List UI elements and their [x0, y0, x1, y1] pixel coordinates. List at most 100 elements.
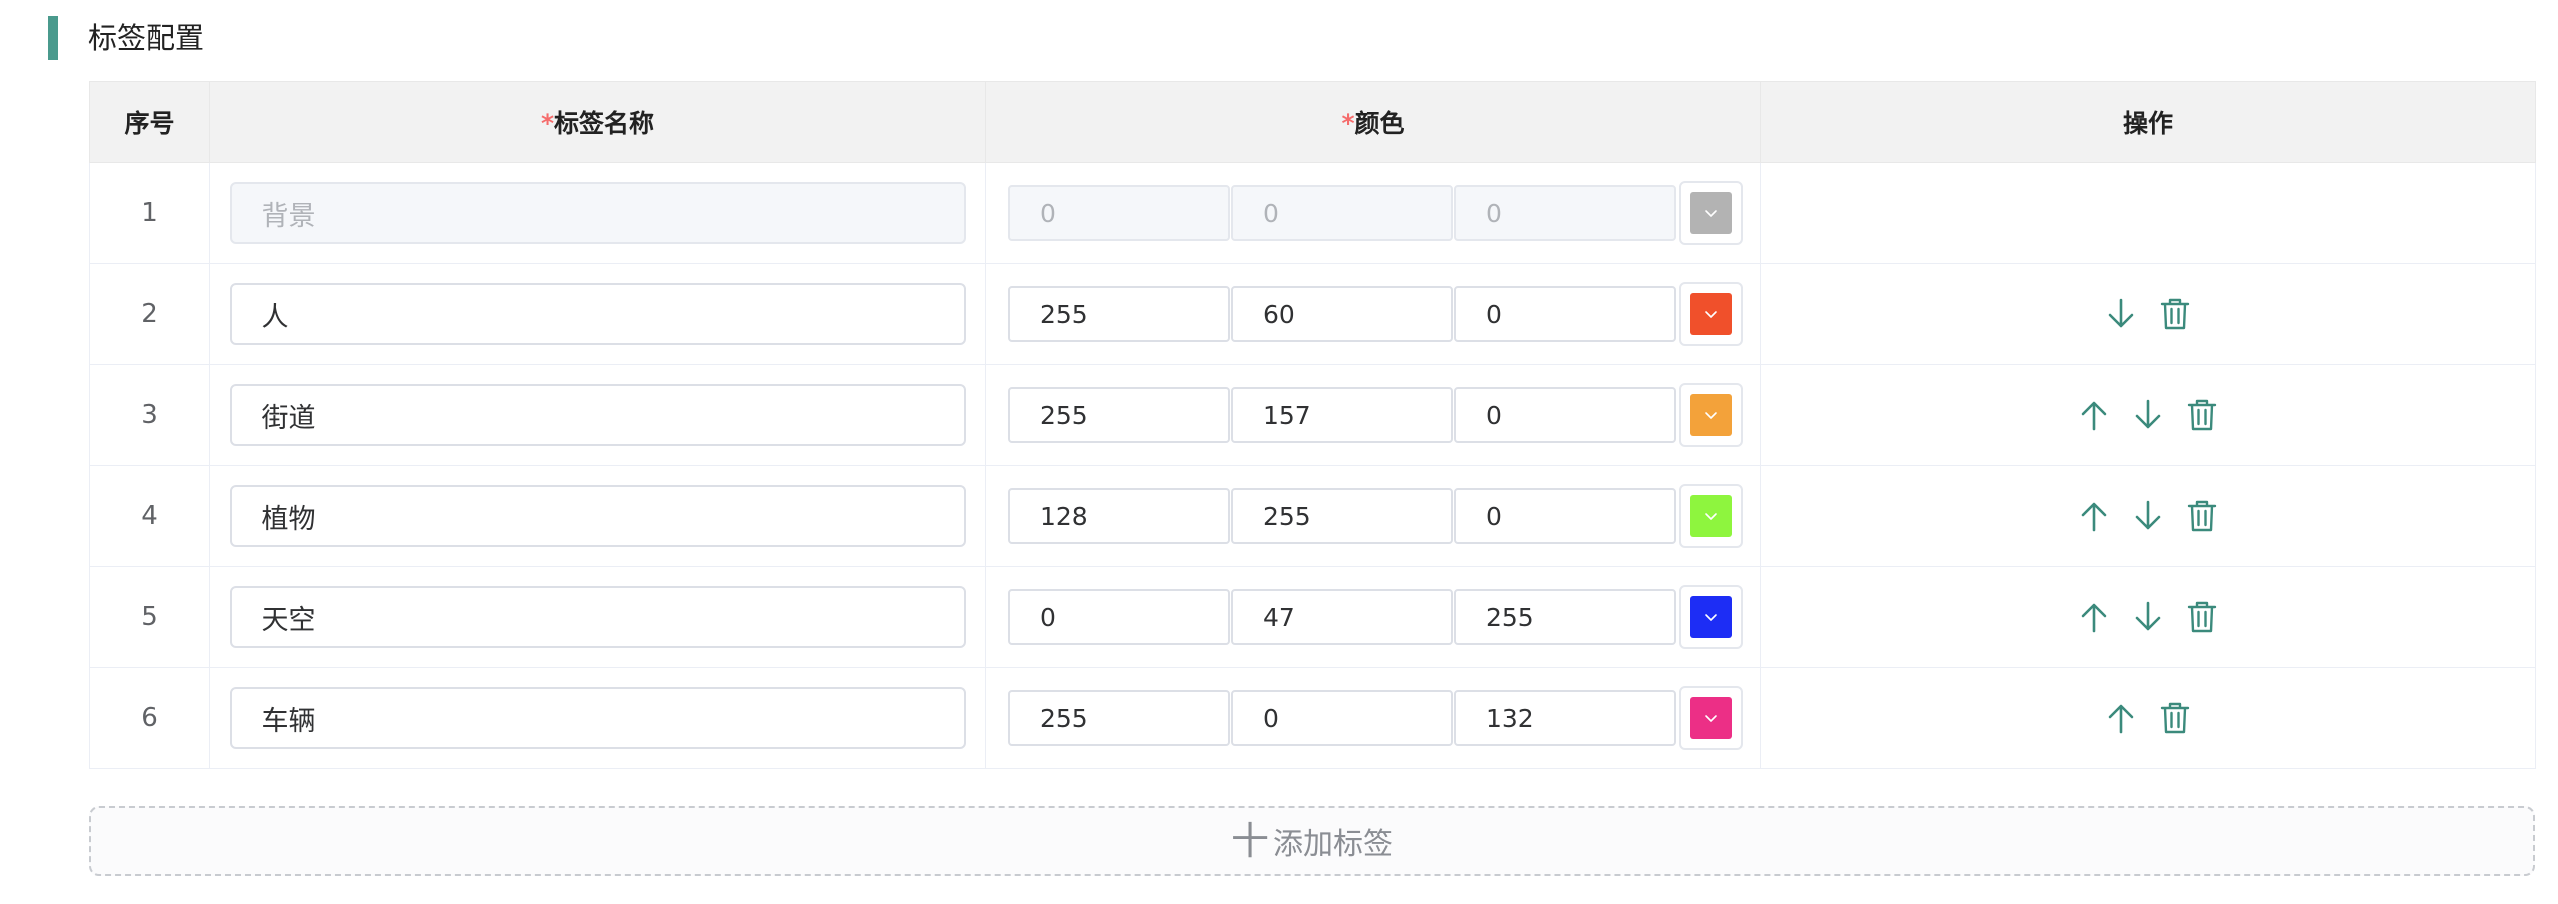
trash-icon[interactable] — [2186, 397, 2218, 433]
table-row: 6 — [89, 667, 2536, 769]
red-input[interactable] — [1008, 589, 1230, 645]
color-picker[interactable] — [1679, 686, 1743, 750]
label-name-input[interactable] — [229, 283, 966, 345]
ops-cell — [1760, 566, 2536, 668]
color-swatch — [1690, 697, 1732, 739]
section-title: 标签配置 — [88, 21, 205, 55]
rgb-group — [986, 181, 1760, 245]
chevron-down-icon — [1703, 501, 1719, 531]
header-color-label: 颜色 — [1354, 109, 1405, 138]
ops-cell — [1760, 667, 2536, 769]
row-actions — [1761, 599, 2535, 635]
rgb-group — [986, 383, 1760, 447]
ops-cell — [1760, 162, 2536, 264]
name-cell — [209, 263, 986, 365]
blue-input[interactable] — [1454, 589, 1676, 645]
color-swatch — [1690, 192, 1732, 234]
name-cell — [209, 566, 986, 668]
arrow-up-icon[interactable] — [2105, 700, 2137, 736]
row-actions — [1761, 296, 2535, 332]
arrow-down-icon[interactable] — [2132, 397, 2164, 433]
color-swatch — [1690, 394, 1732, 436]
header-name-label: 标签名称 — [554, 109, 655, 138]
red-input[interactable] — [1008, 286, 1230, 342]
color-picker[interactable] — [1679, 383, 1743, 447]
row-index: 3 — [89, 364, 210, 466]
color-cell — [985, 566, 1761, 668]
rgb-group — [986, 484, 1760, 548]
add-label-button[interactable]: 十 添加标签 — [89, 806, 2535, 876]
color-swatch — [1690, 495, 1732, 537]
arrow-down-icon[interactable] — [2132, 498, 2164, 534]
row-actions — [1761, 498, 2535, 534]
add-label-text: 添加标签 — [1273, 827, 1393, 862]
arrow-down-icon[interactable] — [2105, 296, 2137, 332]
color-picker — [1679, 181, 1743, 245]
label-name-input[interactable] — [229, 485, 966, 547]
arrow-up-icon[interactable] — [2078, 498, 2110, 534]
table-row: 2 — [89, 263, 2536, 365]
color-picker[interactable] — [1679, 282, 1743, 346]
plus-icon: 十 — [1230, 819, 1269, 863]
green-input[interactable] — [1231, 286, 1453, 342]
table-row: 1 — [89, 162, 2536, 264]
arrow-up-icon[interactable] — [2078, 397, 2110, 433]
green-input[interactable] — [1231, 488, 1453, 544]
section-accent-bar — [48, 16, 58, 60]
chevron-down-icon — [1703, 400, 1719, 430]
arrow-up-icon[interactable] — [2078, 599, 2110, 635]
name-cell — [209, 364, 986, 466]
table-header-row: 序号 *标签名称 *颜色 操作 — [89, 81, 2536, 163]
header-name: *标签名称 — [209, 81, 986, 163]
name-cell — [209, 465, 986, 567]
green-input[interactable] — [1231, 589, 1453, 645]
ops-cell — [1760, 465, 2536, 567]
color-swatch — [1690, 596, 1732, 638]
color-cell — [985, 364, 1761, 466]
blue-input[interactable] — [1454, 286, 1676, 342]
color-cell — [985, 667, 1761, 769]
color-picker[interactable] — [1679, 585, 1743, 649]
color-picker[interactable] — [1679, 484, 1743, 548]
green-input[interactable] — [1231, 690, 1453, 746]
red-input[interactable] — [1008, 488, 1230, 544]
label-name-input[interactable] — [229, 586, 966, 648]
rgb-group — [986, 585, 1760, 649]
chevron-down-icon — [1703, 602, 1719, 632]
color-swatch — [1690, 293, 1732, 335]
label-name-input[interactable] — [229, 687, 966, 749]
chevron-down-icon — [1703, 703, 1719, 733]
arrow-down-icon[interactable] — [2132, 599, 2164, 635]
table-row: 5 — [89, 566, 2536, 668]
row-index: 1 — [89, 162, 210, 264]
row-index: 2 — [89, 263, 210, 365]
row-actions — [1761, 397, 2535, 433]
row-index: 6 — [89, 667, 210, 769]
trash-icon[interactable] — [2159, 700, 2191, 736]
label-name-input — [229, 182, 966, 244]
row-actions — [1761, 700, 2535, 736]
name-cell — [209, 162, 986, 264]
green-input[interactable] — [1231, 387, 1453, 443]
blue-input[interactable] — [1454, 387, 1676, 443]
rgb-group — [986, 282, 1760, 346]
color-cell — [985, 162, 1761, 264]
blue-input[interactable] — [1454, 488, 1676, 544]
blue-input[interactable] — [1454, 690, 1676, 746]
table-body: 123456 — [89, 162, 2536, 769]
color-cell — [985, 465, 1761, 567]
chevron-down-icon — [1703, 299, 1719, 329]
color-cell — [985, 263, 1761, 365]
trash-icon[interactable] — [2186, 599, 2218, 635]
label-name-input[interactable] — [229, 384, 966, 446]
trash-icon[interactable] — [2159, 296, 2191, 332]
green-input — [1231, 185, 1453, 241]
red-input[interactable] — [1008, 387, 1230, 443]
required-star: * — [540, 109, 555, 138]
row-index: 5 — [89, 566, 210, 668]
red-input[interactable] — [1008, 690, 1230, 746]
table-row: 4 — [89, 465, 2536, 567]
rgb-group — [986, 686, 1760, 750]
ops-cell — [1760, 364, 2536, 466]
trash-icon[interactable] — [2186, 498, 2218, 534]
